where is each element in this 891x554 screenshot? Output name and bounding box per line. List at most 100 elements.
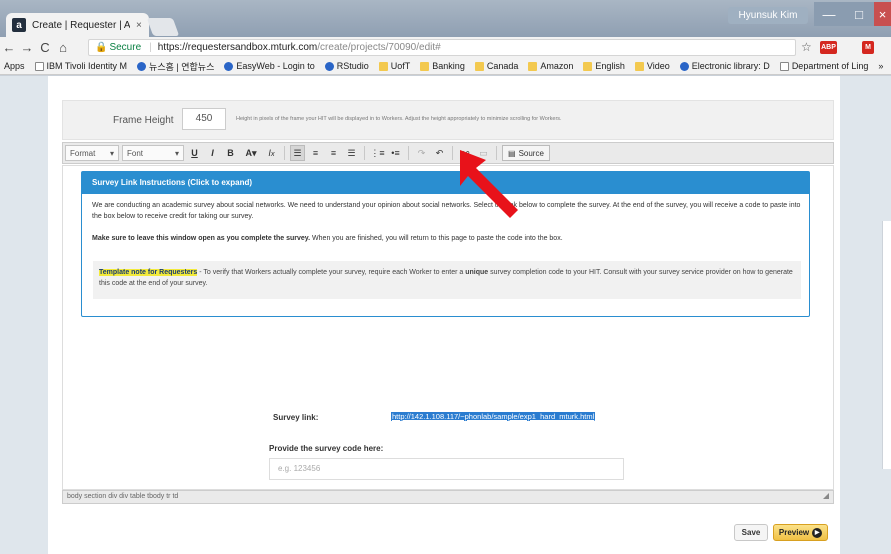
align-center-icon[interactable]: ≡	[308, 145, 323, 161]
toolbar-divider	[408, 146, 409, 160]
underline-icon[interactable]: U	[187, 145, 202, 161]
frame-height-input[interactable]: 450	[182, 108, 226, 130]
profile-name[interactable]: Hyunsuk Kim	[728, 7, 808, 24]
resize-grip-icon[interactable]	[823, 493, 829, 499]
survey-code-label: Provide the survey code here:	[269, 444, 384, 453]
folder-icon	[634, 61, 644, 71]
chevron-down-icon: ▾	[174, 148, 179, 158]
panel-instruction-bold: Make sure to leave this window open as y…	[92, 235, 311, 242]
bookmark-label: Banking	[432, 61, 465, 71]
bookmark-item[interactable]: 뉴스홈 | 연합뉴스	[137, 60, 214, 73]
home-icon[interactable]: ⌂	[54, 40, 72, 55]
adblock-extension-icon[interactable]: ABP	[820, 41, 837, 54]
undo-icon[interactable]: ↶	[432, 145, 447, 161]
font-label: Font	[127, 148, 144, 158]
bookmark-label: Video	[646, 61, 670, 71]
survey-link-label: Survey link:	[273, 413, 319, 422]
bookmark-item[interactable]: Amazon	[528, 61, 573, 71]
italic-icon[interactable]: I	[205, 145, 220, 161]
format-dropdown[interactable]: Format ▾	[65, 145, 119, 161]
amazon-favicon-icon: a	[12, 18, 26, 32]
back-icon[interactable]: ←	[0, 40, 18, 55]
editor-frame: Frame Height 450 Height in pixels of the…	[48, 76, 840, 554]
bookmark-label: 뉴스홈 | 연합뉴스	[149, 61, 215, 72]
page-background: Frame Height 450 Height in pixels of the…	[0, 76, 891, 554]
bookmark-label: Amazon	[540, 61, 574, 71]
bookmark-item[interactable]: English	[583, 61, 625, 71]
secure-lock-icon: 🔒 Secure	[95, 42, 142, 53]
frame-height-help: Height in pixels of the frame your HIT w…	[236, 116, 562, 122]
instructions-panel: Survey Link Instructions (Click to expan…	[81, 171, 810, 317]
bold-icon[interactable]: B	[223, 145, 238, 161]
bookmark-item[interactable]: Canada	[474, 61, 519, 71]
folder-icon	[583, 61, 593, 71]
bulleted-list-icon[interactable]: •≡	[388, 145, 403, 161]
new-tab-button[interactable]	[146, 18, 180, 36]
bookmark-label: EasyWeb - Login to	[236, 61, 315, 71]
rstudio-icon	[324, 61, 334, 71]
maximize-icon[interactable]: □	[844, 2, 874, 26]
panel-instruction-rest: When you are finished, you will return t…	[310, 235, 563, 242]
bookmark-item[interactable]: EasyWeb - Login to	[224, 61, 315, 71]
secure-label: Secure	[109, 42, 142, 53]
redo-icon[interactable]: ↷	[414, 145, 429, 161]
url-bar[interactable]: 🔒 Secure | https://requestersandbox.mtur…	[88, 39, 796, 56]
folder-icon	[420, 61, 430, 71]
tab-title: Create | Requester | Am...	[32, 19, 130, 31]
remove-format-icon[interactable]: Ix	[264, 145, 279, 161]
bookmark-item[interactable]: Apps	[4, 61, 25, 71]
frame-height-row: Frame Height 450 Height in pixels of the…	[62, 100, 834, 140]
bookmark-item[interactable]: Electronic library: D	[679, 61, 770, 71]
panel-intro: We are conducting an academic survey abo…	[92, 202, 801, 220]
survey-link[interactable]: http://142.1.108.117/~phonlab/sample/exp…	[391, 412, 596, 421]
bookmark-item[interactable]: »	[878, 61, 883, 71]
panel-title[interactable]: Survey Link Instructions (Click to expan…	[82, 172, 809, 194]
reload-icon[interactable]: C	[36, 40, 54, 55]
td-icon	[224, 61, 234, 71]
toolbar-divider	[284, 146, 285, 160]
text-color-icon[interactable]: A▾	[241, 145, 261, 161]
format-label: Format	[70, 148, 96, 158]
close-window-icon[interactable]: ×	[874, 2, 891, 26]
page-icon	[779, 61, 789, 71]
folder-icon	[378, 61, 388, 71]
bookmark-label: Canada	[486, 61, 519, 71]
bookmark-item[interactable]: RStudio	[324, 61, 369, 71]
chevron-down-icon: ▾	[109, 148, 114, 158]
numbered-list-icon[interactable]: ⋮≡	[370, 145, 385, 161]
bookmark-item[interactable]: Department of Ling	[779, 61, 868, 71]
bookmark-item[interactable]: Banking	[420, 61, 465, 71]
bookmark-label: IBM Tivoli Identity M	[46, 61, 128, 71]
bookmark-item[interactable]: Video	[634, 61, 670, 71]
bookmark-item[interactable]: UofT	[378, 61, 410, 71]
address-toolbar: ← → C ⌂ 🔒 Secure | https://requestersand…	[0, 37, 891, 58]
align-right-icon[interactable]: ≡	[326, 145, 341, 161]
bookmarks-bar: Apps IBM Tivoli Identity M 뉴스홈 | 연합뉴스 EasyW…	[0, 58, 891, 75]
url-path: /create/projects/70090/edit#	[317, 42, 441, 53]
browser-tab[interactable]: a Create | Requester | Am... ×	[6, 13, 149, 37]
minimize-icon[interactable]: —	[814, 2, 844, 26]
font-dropdown[interactable]: Font ▾	[122, 145, 184, 161]
globe-icon	[679, 61, 689, 71]
page-icon	[34, 61, 44, 71]
bookmark-item[interactable]: IBM Tivoli Identity M	[34, 61, 128, 71]
bookmark-label: Electronic library: D	[691, 61, 770, 71]
requester-note-text-a: - To verify that Workers actually comple…	[197, 269, 466, 276]
frame-height-label: Frame Height	[113, 115, 174, 126]
align-justify-icon[interactable]: ☰	[344, 145, 359, 161]
requester-note-bold: unique	[465, 269, 489, 276]
preview-button[interactable]: Preview ▶	[773, 524, 828, 541]
folder-icon	[528, 61, 538, 71]
survey-code-input[interactable]: e.g. 123456	[269, 458, 624, 480]
editor-content-area[interactable]: Survey Link Instructions (Click to expan…	[62, 165, 834, 490]
gmail-extension-icon[interactable]: M	[862, 41, 874, 54]
bookmark-star-icon[interactable]: ☆	[801, 40, 812, 54]
tab-close-icon[interactable]: ×	[136, 20, 142, 31]
right-edge-panel	[882, 221, 891, 469]
save-button[interactable]: Save	[734, 524, 768, 541]
bookmark-label: Apps	[4, 61, 25, 71]
forward-icon[interactable]: →	[18, 40, 36, 55]
bookmark-label: RStudio	[336, 61, 369, 71]
play-arrow-icon: ▶	[812, 527, 823, 538]
align-left-icon[interactable]: ☰	[290, 145, 305, 161]
